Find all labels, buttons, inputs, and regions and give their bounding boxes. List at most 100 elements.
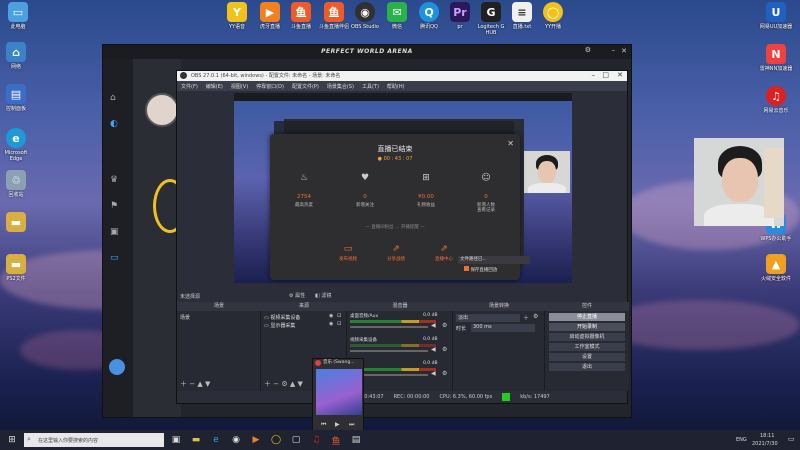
desktop-icon-netease-music[interactable]: ♫ 网易云音乐 [756, 86, 796, 114]
remove-source-icon[interactable]: − [273, 380, 279, 388]
notification-icon[interactable]: ▭ [788, 435, 795, 443]
minimize-icon[interactable]: – [612, 46, 616, 54]
menu-edit[interactable]: 编辑(E) [206, 83, 223, 90]
netease-music-icon[interactable]: ♫ [308, 432, 324, 448]
desktop-icon-edge[interactable]: e Microsoft Edge [0, 128, 36, 162]
prev-icon[interactable]: ⏮ [321, 421, 326, 429]
live-center-button[interactable]: ⇗ 直播中心 [426, 244, 462, 262]
close-icon[interactable]: ✕ [507, 139, 514, 148]
menu-help[interactable]: 帮助(H) [387, 83, 405, 90]
music-mini-player[interactable]: 音乐 (Swang... ⏮ ▶ ⏭ [312, 358, 364, 434]
home-icon[interactable]: ⌂ [110, 93, 116, 103]
clock-time[interactable]: 18:11 [760, 433, 774, 439]
lock-icon[interactable]: ⊡ [337, 313, 341, 319]
close-icon[interactable]: ✕ [621, 47, 627, 55]
file-explorer-icon[interactable]: ▬ [188, 432, 204, 448]
menu-docks[interactable]: 停靠窗口(D) [256, 83, 284, 90]
eye-icon[interactable]: ◉ [329, 321, 333, 327]
save-replay-option[interactable]: 保存直播回放 [464, 266, 497, 273]
menu-profile[interactable]: 配置文件(P) [292, 83, 319, 90]
gear-icon[interactable]: ⚙ [442, 370, 447, 377]
settings-icon[interactable]: ⚙ [585, 46, 591, 54]
source-item[interactable]: ▭ 显示器采集 [264, 322, 295, 329]
menu-tools[interactable]: 工具(T) [362, 83, 379, 90]
media-icon[interactable]: ▤ [348, 432, 364, 448]
studio-mode-button[interactable]: 工作室模式 [549, 343, 625, 351]
volume-slider[interactable] [350, 350, 428, 352]
volume-slider[interactable] [350, 326, 428, 328]
desktop-icon-ps2-folder[interactable]: ▬ PS2文件 [0, 254, 36, 282]
desktop-icon-uu[interactable]: U 网易UU加速器 [756, 2, 796, 30]
desktop-icon-recycle-bin[interactable]: ♲ 回收站 [0, 170, 36, 198]
yy-icon[interactable]: ◯ [268, 432, 284, 448]
group-icon[interactable]: ⚑ [110, 201, 118, 211]
trophy-icon[interactable]: ♛ [110, 175, 118, 185]
desktop-icon-this-pc[interactable]: ▭ 此电脑 [0, 2, 38, 30]
gear-icon[interactable]: ⚙ [442, 322, 447, 329]
publish-video-button[interactable]: ▭ 发布视频 [330, 244, 366, 262]
move-up-icon[interactable]: ▲ [197, 380, 202, 388]
share-record-button[interactable]: ⇗ 分享战绩 [378, 244, 414, 262]
lock-icon[interactable]: ⊡ [337, 321, 341, 327]
transition-select[interactable]: 淡出 [456, 314, 520, 322]
desktop-icon-yy-live[interactable]: ◯ YY开播 [533, 2, 573, 30]
next-icon[interactable]: ⏭ [349, 421, 354, 429]
arena-icon[interactable]: ◐ [110, 119, 118, 129]
douyu-icon[interactable]: 鱼 [328, 432, 344, 448]
obs-icon[interactable]: ◉ [228, 432, 244, 448]
close-icon[interactable]: ✕ [617, 71, 623, 79]
move-down-icon[interactable]: ▼ [297, 380, 302, 388]
stat-gift-income: ⊞ ¥0.00 礼物收益 [417, 173, 435, 208]
scene-item[interactable]: 场景 [180, 314, 190, 321]
stop-streaming-button[interactable]: 停止直播 [549, 313, 625, 321]
huya-icon[interactable]: ▶ [248, 432, 264, 448]
properties-button[interactable]: ⚙ 属性 [289, 292, 305, 299]
player-close-icon[interactable] [315, 360, 321, 366]
taskbar-search[interactable]: ⌕ 在这里输入你要搜索的内容 [24, 433, 164, 447]
settings-button[interactable]: 设置 [549, 353, 625, 361]
move-down-icon[interactable]: ▼ [205, 380, 210, 388]
user-avatar[interactable] [109, 359, 125, 375]
gear-icon[interactable]: ⚙ [442, 346, 447, 353]
add-scene-icon[interactable]: ＋ [180, 380, 187, 388]
pwa-icon[interactable]: ▢ [288, 432, 304, 448]
duration-input[interactable]: 300 ms [471, 324, 535, 332]
source-item[interactable]: ▭ 视频采集设备 [264, 314, 300, 321]
monitor-icon[interactable]: ▭ [110, 253, 119, 263]
speaker-icon[interactable]: ◀ [431, 322, 436, 329]
play-icon[interactable]: ▶ [335, 421, 340, 428]
eye-icon[interactable]: ◉ [329, 313, 333, 319]
virtual-camera-button[interactable]: 启动虚拟摄像机 [549, 333, 625, 341]
task-view-icon[interactable]: ▣ [168, 432, 184, 448]
add-source-icon[interactable]: ＋ [264, 380, 271, 388]
clock-date[interactable]: 2021/7/30 [752, 441, 778, 447]
obs-titlebar[interactable]: OBS 27.0.1 (64-bit, windows) - 配置文件: 未命名… [177, 71, 627, 81]
speaker-icon[interactable]: ◀ [431, 346, 436, 353]
add-transition-icon[interactable]: ＋ [523, 313, 529, 322]
move-up-icon[interactable]: ▲ [290, 380, 295, 388]
maximize-icon[interactable]: □ [602, 71, 609, 79]
desktop-icon-huorong[interactable]: ▲ 火绒安全软件 [756, 254, 796, 282]
pwa-titlebar[interactable]: PERFECT WORLD ARENA ✕ – ⚙ [103, 45, 631, 59]
start-recording-button[interactable]: 开始录制 [549, 323, 625, 331]
filters-button[interactable]: ◧ 滤镜 [315, 292, 331, 299]
edge-icon[interactable]: e [208, 432, 224, 448]
gear-icon[interactable]: ⚙ [533, 313, 538, 320]
desktop-icon-control-panel[interactable]: ▤ 控制面板 [0, 84, 36, 112]
desktop-icon-network[interactable]: ⌂ 网络 [0, 42, 36, 70]
exit-button[interactable]: 退出 [549, 363, 625, 371]
menu-view[interactable]: 视图(V) [231, 83, 248, 90]
stat-new-viewers[interactable]: ☺ 0 新增人数 查看记录 [466, 172, 506, 213]
tray-lang[interactable]: ENG [736, 437, 747, 443]
checkbox[interactable] [464, 266, 469, 271]
start-icon[interactable]: ⊞ [4, 432, 20, 448]
desktop-icon-leishen[interactable]: N 雷神NN加速器 [756, 44, 796, 72]
desktop-icon-folder[interactable]: ▬ [0, 212, 36, 234]
menu-file[interactable]: 文件(F) [181, 83, 198, 90]
gear-icon[interactable]: ⚙ [281, 380, 287, 388]
menu-scene-collection[interactable]: 场景集合(S) [327, 83, 354, 90]
speaker-icon[interactable]: ◀ [431, 370, 436, 377]
remove-scene-icon[interactable]: − [189, 380, 195, 388]
minimize-icon[interactable]: – [592, 71, 596, 79]
shop-icon[interactable]: ▣ [110, 227, 119, 237]
